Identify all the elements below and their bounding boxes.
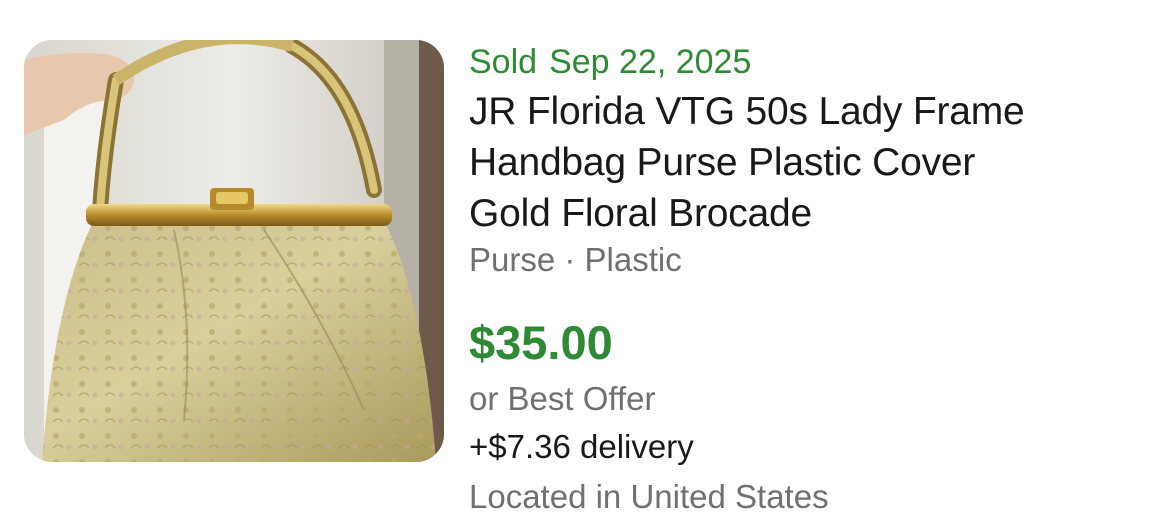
listing-title[interactable]: JR Florida VTG 50s Lady Frame Handbag Pu… xyxy=(469,86,1159,239)
sold-label: Sold xyxy=(469,43,538,81)
sold-date: Sep 22, 2025 xyxy=(549,43,752,81)
listing-title-line: Gold Floral Brocade xyxy=(469,192,813,235)
listing-title-line: JR Florida VTG 50s Lady Frame xyxy=(469,90,1025,133)
listing-card[interactable]: Sold Sep 22, 2025 JR Florida VTG 50s Lady… xyxy=(0,0,1170,517)
delivery-cost: +$7.36 delivery xyxy=(469,428,694,465)
listing-title-line: Handbag Purse Plastic Cover xyxy=(469,141,976,184)
listing-subtitle: Purse · Plastic xyxy=(469,241,682,278)
item-location: Located in United States xyxy=(469,478,829,515)
sold-status: Sold Sep 22, 2025 xyxy=(469,40,1159,84)
listing-image[interactable] xyxy=(24,40,444,462)
best-offer-text: or Best Offer xyxy=(469,380,656,417)
listing-details: Sold Sep 22, 2025 JR Florida VTG 50s Lady… xyxy=(469,40,1159,519)
handbag-photo xyxy=(24,40,444,462)
listing-price: $35.00 xyxy=(469,316,613,369)
